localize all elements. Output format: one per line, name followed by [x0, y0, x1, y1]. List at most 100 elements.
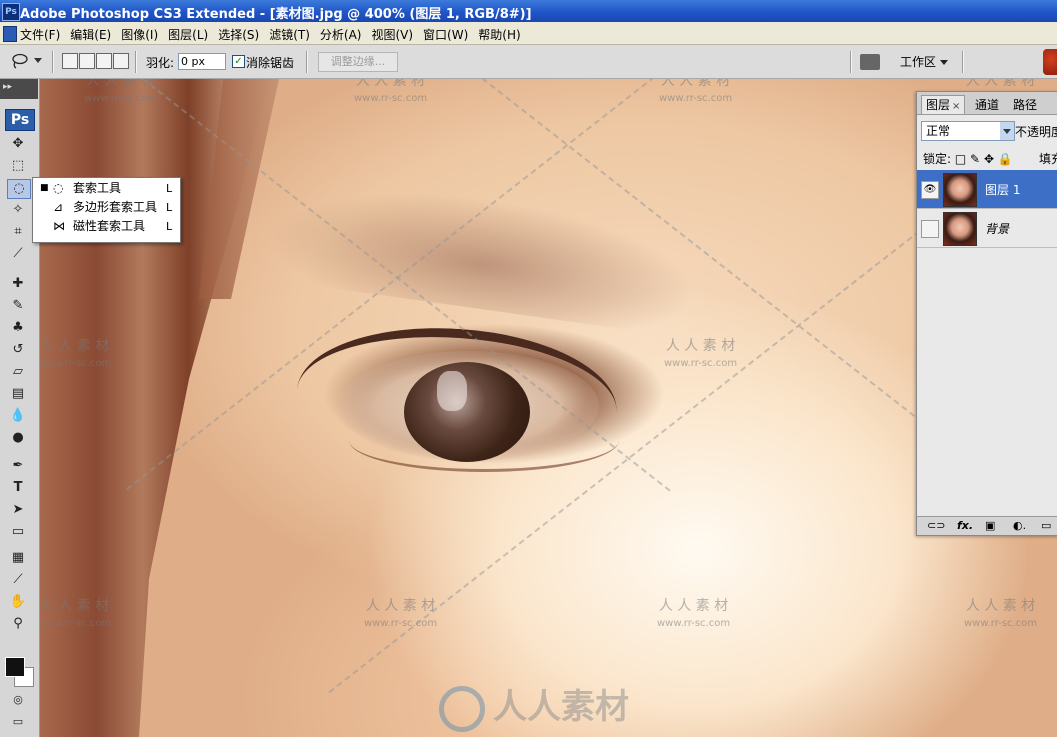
visibility-toggle[interactable]: [921, 220, 939, 238]
menu-help[interactable]: 帮助(H): [478, 26, 520, 43]
marquee-tool[interactable]: ⬚: [7, 157, 29, 175]
layer-name: 背景: [985, 222, 1010, 236]
foreground-color-swatch[interactable]: [5, 657, 25, 677]
healing-brush-tool[interactable]: ✚: [7, 275, 29, 293]
history-brush-tool[interactable]: ↺: [7, 341, 29, 359]
lock-transparency-icon[interactable]: □: [955, 152, 966, 166]
tab-layers[interactable]: 图层 ×: [921, 95, 966, 114]
flyout-item-shortcut: L: [166, 182, 173, 195]
fx-icon[interactable]: fx.: [957, 519, 973, 532]
lock-all-icon[interactable]: 🔒: [998, 152, 1013, 166]
screen-mode-icon[interactable]: ▭: [7, 713, 29, 731]
ps-badge[interactable]: Ps: [5, 109, 35, 131]
flyout-item-label: 多边形套索工具: [73, 200, 158, 214]
flyout-item-lasso[interactable]: ■ ◌ 套索工具 L: [33, 179, 180, 198]
watermark: 人 人 素 材 www.rr-sc.com: [39, 338, 111, 372]
pen-tool[interactable]: ✒: [7, 457, 29, 475]
watermark: 人 人 素 材 www.rr-sc.com: [964, 598, 1037, 632]
watermark: 人 人 素 材 www.rr-sc.com: [364, 598, 437, 632]
menu-window[interactable]: 窗口(W): [423, 26, 468, 43]
path-selection-tool[interactable]: ➤: [7, 501, 29, 519]
tool-preset-dropdown[interactable]: [34, 58, 42, 63]
crop-tool[interactable]: ⌗: [7, 223, 29, 241]
watermark: 人 人 素 材 www.rr-sc.com: [84, 79, 157, 107]
layer-name: 图层 1: [985, 183, 1021, 197]
flyout-item-magnetic-lasso[interactable]: ⋈ 磁性套索工具 L: [33, 217, 180, 236]
quick-mask-icon[interactable]: ◎: [7, 691, 29, 709]
lasso-icon[interactable]: [10, 53, 28, 69]
close-icon[interactable]: ×: [952, 101, 960, 112]
lasso-tool[interactable]: ◌: [7, 179, 31, 199]
feather-input[interactable]: 0 px: [178, 53, 226, 70]
adjustment-icon[interactable]: ◐.: [1013, 519, 1026, 532]
watermark-cn: 人 人 素 材: [665, 338, 736, 354]
zoom-tool[interactable]: ⚲: [7, 615, 29, 633]
bridge-icon[interactable]: [860, 54, 880, 70]
blend-mode-select[interactable]: 正常: [921, 121, 1015, 141]
menu-edit[interactable]: 编辑(E): [70, 26, 111, 43]
subtract-selection-button[interactable]: [96, 53, 112, 69]
flyout-item-polygonal-lasso[interactable]: ⊿ 多边形套索工具 L: [33, 198, 180, 217]
mask-icon[interactable]: ▣: [985, 519, 995, 532]
add-selection-button[interactable]: [79, 53, 95, 69]
divider: [52, 51, 54, 73]
menu-file[interactable]: 文件(F): [20, 26, 60, 43]
flyout-item-label: 套索工具: [73, 181, 122, 195]
chevron-down-icon[interactable]: [1000, 122, 1014, 140]
menu-image[interactable]: 图像(I): [121, 26, 158, 43]
slice-tool[interactable]: ⟋: [7, 245, 29, 263]
brush-tool[interactable]: ✎: [7, 297, 29, 315]
antialias-checkbox[interactable]: ✓: [232, 55, 245, 68]
layer-row-background[interactable]: 背景: [917, 209, 1057, 248]
hand-tool[interactable]: ✋: [7, 593, 29, 611]
watermark-cn: 人 人 素 材: [85, 79, 156, 89]
watermark-url: www.rr-sc.com: [39, 358, 112, 369]
layer-row-layer1[interactable]: 👁 图层 1: [917, 170, 1057, 209]
feather-label: 羽化:: [146, 56, 175, 70]
tab-channels[interactable]: 通道: [971, 96, 1003, 114]
layers-footer: ⊂⊃ fx. ▣ ◐. ▭: [917, 516, 1057, 535]
lock-row: 锁定: □ ✎ ✥ 🔒: [923, 150, 1013, 167]
tab-label: 路径: [1013, 98, 1038, 112]
toolbox-grip[interactable]: ▸▸: [0, 79, 38, 99]
eyedropper-tool[interactable]: ⟋: [7, 571, 29, 589]
type-tool[interactable]: T: [7, 479, 29, 497]
shape-tool[interactable]: ▭: [7, 523, 29, 541]
menu-filter[interactable]: 滤镜(T): [269, 26, 310, 43]
new-layer-icon[interactable]: ▭: [1041, 519, 1051, 532]
menu-select[interactable]: 选择(S): [218, 26, 259, 43]
dodge-tool[interactable]: ●: [7, 429, 29, 447]
menu-analysis[interactable]: 分析(A): [320, 26, 362, 43]
refine-edge-button[interactable]: 调整边缘...: [318, 52, 398, 72]
watermark-cn: 人 人 素 材: [658, 598, 729, 614]
collapse-icon[interactable]: ▸▸: [3, 82, 12, 92]
intersect-selection-button[interactable]: [113, 53, 129, 69]
link-icon[interactable]: ⊂⊃: [927, 519, 945, 532]
eraser-tool[interactable]: ▱: [7, 363, 29, 381]
lock-position-icon[interactable]: ✥: [984, 152, 994, 166]
polygonal-lasso-icon: ⊿: [53, 200, 64, 214]
layers-panel: 图层× 通道 路径 正常 不透明度 锁定: □ ✎ ✥ 🔒 填充 👁 图层 1 …: [916, 91, 1057, 536]
clone-stamp-tool[interactable]: ♣: [7, 319, 29, 337]
tab-paths[interactable]: 路径: [1009, 96, 1041, 114]
document-canvas[interactable]: 人 人 素 材 www.rr-sc.com 人 人 素 材 www.rr-sc.co…: [39, 79, 1057, 737]
move-tool[interactable]: ✥: [7, 135, 29, 153]
new-selection-button[interactable]: [62, 53, 78, 69]
menu-layer[interactable]: 图层(L): [168, 26, 208, 43]
flyout-item-label: 磁性套索工具: [73, 219, 146, 233]
watermark: 人 人 素 材 www.rr-sc.com: [39, 598, 111, 632]
workspace-button[interactable]: 工作区: [900, 53, 949, 70]
watermark-url: www.rr-sc.com: [664, 358, 738, 369]
lock-pixels-icon[interactable]: ✎: [970, 152, 980, 166]
notes-tool[interactable]: ▦: [7, 549, 29, 567]
menu-view[interactable]: 视图(V): [371, 26, 413, 43]
document-icon[interactable]: [3, 26, 17, 42]
app-icon[interactable]: Ps: [2, 3, 20, 21]
magic-wand-tool[interactable]: ✧: [7, 201, 29, 219]
flyout-item-shortcut: L: [166, 220, 173, 233]
watermark: 人 人 素 材 www.rr-sc.com: [657, 598, 730, 632]
watermark: 人 人 素 材 www.rr-sc.com: [664, 338, 737, 372]
gradient-tool[interactable]: ▤: [7, 385, 29, 403]
blur-tool[interactable]: 💧: [7, 407, 29, 425]
eye-icon[interactable]: 👁: [921, 181, 939, 199]
